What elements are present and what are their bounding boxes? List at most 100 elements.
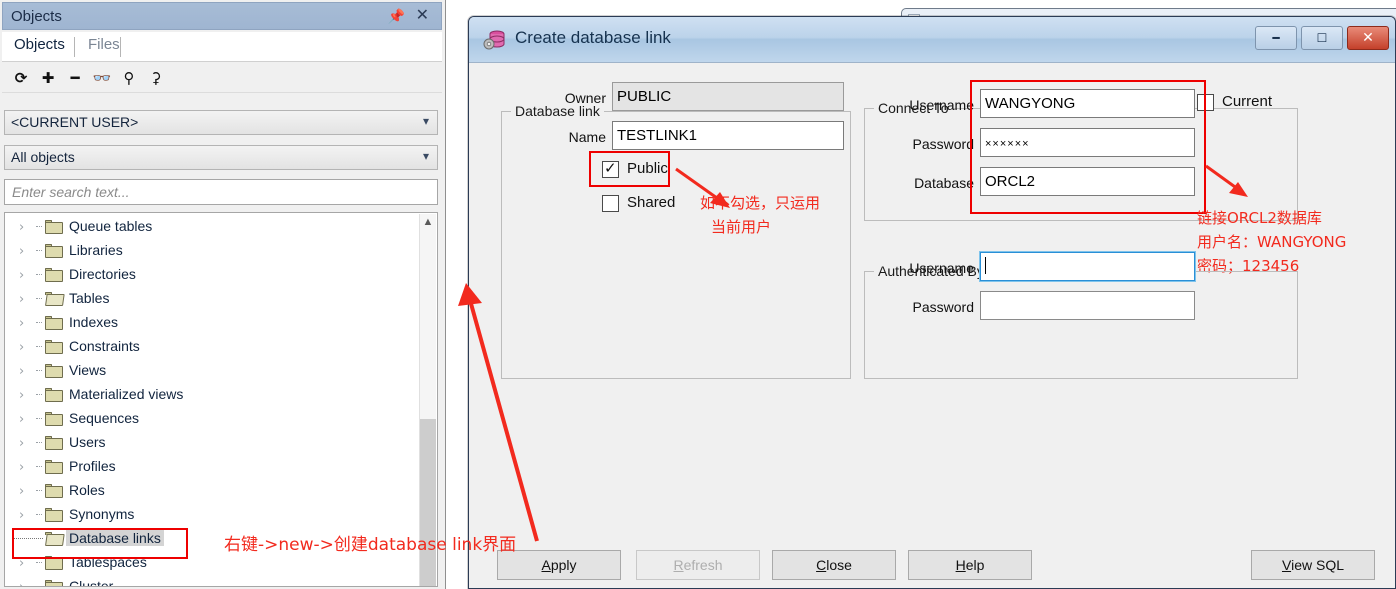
folder-icon [45, 484, 63, 498]
help-rest: elp [965, 557, 985, 573]
folder-icon [45, 220, 63, 234]
filter-off-icon[interactable]: ⚳ [145, 67, 167, 89]
tree-connector [36, 466, 42, 468]
scroll-up-icon[interactable]: ▲ [420, 214, 436, 231]
public-checkbox[interactable]: ✓ [602, 159, 619, 178]
folder-icon [45, 340, 63, 354]
filter-icon[interactable]: ⚲ [118, 67, 140, 89]
folder-icon [45, 460, 63, 474]
close-accel: C [816, 557, 827, 573]
tree-item-views[interactable]: › Views [5, 359, 419, 383]
maximize-icon: ☐ [1316, 31, 1328, 45]
remove-icon[interactable]: ━ [64, 67, 86, 89]
tree-item-label: Constraints [69, 338, 140, 354]
folder-icon [45, 556, 63, 570]
chevron-right-icon[interactable]: › [19, 340, 24, 355]
tree-item-cluster[interactable]: › Cluster [5, 575, 419, 586]
public-note-line2: 当前用户 [711, 218, 772, 236]
find-icon[interactable]: 👓 [91, 67, 113, 89]
minimize-button[interactable]: ━ [1255, 26, 1297, 50]
chevron-right-icon[interactable]: › [19, 436, 24, 451]
search-input[interactable]: Enter search text... [4, 179, 438, 205]
close-button-footer[interactable]: Close [772, 550, 896, 580]
auth-password-field[interactable] [980, 291, 1195, 320]
tree-connector [36, 562, 42, 564]
help-button[interactable]: Help [908, 550, 1032, 580]
name-field[interactable]: TESTLINK1 [612, 121, 844, 150]
tree-item-label: Roles [69, 482, 105, 498]
tree-item-profiles[interactable]: › Profiles [5, 455, 419, 479]
chevron-right-icon[interactable]: › [19, 316, 24, 331]
close-button[interactable]: ✕ [1347, 26, 1389, 50]
connect-password-field[interactable]: ×××××× [980, 128, 1195, 157]
chevron-right-icon[interactable]: › [19, 580, 24, 586]
check-icon: ✓ [604, 159, 617, 177]
tree-item-roles[interactable]: › Roles [5, 479, 419, 503]
chevron-right-icon[interactable]: › [19, 292, 24, 307]
connect-to-group: Connect To [864, 100, 1298, 221]
scrollbar-thumb[interactable] [420, 419, 436, 586]
tree-item-constraints[interactable]: › Constraints [5, 335, 419, 359]
tree-item-materialized-views[interactable]: › Materialized views [5, 383, 419, 407]
objects-panel: Objects 📌 ✕ Objects Files ⟳ ✚ ━ 👓 ⚲ ⚳ <C… [0, 0, 446, 589]
chevron-down-icon-2: ▾ [422, 149, 429, 163]
chevron-right-icon[interactable]: › [19, 556, 24, 571]
tree-connector [36, 514, 42, 516]
user-filter-value: <CURRENT USER> [11, 114, 139, 130]
connect-database-field[interactable]: ORCL2 [980, 167, 1195, 196]
view-sql-button[interactable]: View SQL [1251, 550, 1375, 580]
tree-item-indexes[interactable]: › Indexes [5, 311, 419, 335]
tree-item-directories[interactable]: › Directories [5, 263, 419, 287]
refresh-icon[interactable]: ⟳ [10, 67, 32, 89]
tab-objects[interactable]: Objects [6, 36, 73, 53]
chevron-down-icon: ▾ [422, 114, 429, 128]
tree-item-label: Users [69, 434, 106, 450]
tree-item-sequences[interactable]: › Sequences [5, 407, 419, 431]
chevron-right-icon[interactable]: › [19, 484, 24, 499]
view-sql-rest: iew SQL [1291, 557, 1344, 573]
chevron-right-icon[interactable]: › [19, 364, 24, 379]
user-filter-combo[interactable]: <CURRENT USER> ▾ [4, 110, 438, 135]
folder-icon [45, 268, 63, 282]
tree-connector [36, 346, 42, 348]
apply-rest: pply [550, 557, 577, 573]
chevron-right-icon[interactable]: › [19, 412, 24, 427]
pin-icon[interactable]: 📌 [388, 8, 405, 25]
chevron-right-icon[interactable]: › [19, 268, 24, 283]
create-database-link-dialog: Create database link ━ ☐ ✕ Database link… [468, 16, 1396, 589]
tree-item-label: Sequences [69, 410, 140, 426]
chevron-right-icon[interactable]: › [19, 220, 24, 235]
connect-username-field[interactable]: WANGYONG [980, 89, 1195, 118]
chevron-right-icon[interactable]: › [19, 388, 24, 403]
shared-checkbox[interactable] [602, 195, 619, 212]
tree-item-synonyms[interactable]: › Synonyms [5, 503, 419, 527]
connect-database-label: Database [914, 175, 974, 191]
minimize-icon: ━ [1272, 31, 1280, 45]
shared-label: Shared [627, 194, 676, 211]
database-link-icon [483, 30, 505, 50]
chevron-right-icon[interactable]: › [19, 244, 24, 259]
tree-item-libraries[interactable]: › Libraries [5, 239, 419, 263]
refresh-accel: R [673, 557, 684, 573]
close-rest: lose [826, 557, 852, 573]
tree-item-tables[interactable]: › Tables [5, 287, 419, 311]
tree-item-label: Synonyms [69, 506, 135, 522]
auth-username-field[interactable] [979, 251, 1196, 282]
tree-connector [36, 394, 42, 396]
owner-field: PUBLIC [612, 82, 844, 111]
tree-item-label: Queue tables [69, 218, 153, 234]
chevron-right-icon[interactable]: › [19, 508, 24, 523]
dialog-titlebar[interactable]: Create database link ━ ☐ ✕ [469, 17, 1395, 63]
add-icon[interactable]: ✚ [37, 67, 59, 89]
tree-connector [36, 490, 42, 492]
chevron-right-icon[interactable]: › [19, 460, 24, 475]
tree-item-label: Materialized views [69, 386, 184, 402]
tree-item-queue-tables[interactable]: › Queue tables [5, 215, 419, 239]
object-filter-combo[interactable]: All objects ▾ [4, 145, 438, 170]
tree-item-label: Directories [69, 266, 136, 282]
maximize-button[interactable]: ☐ [1301, 26, 1343, 50]
current-checkbox[interactable] [1197, 94, 1214, 111]
tree-item-users[interactable]: › Users [5, 431, 419, 455]
object-filter-value: All objects [11, 149, 75, 165]
close-icon[interactable]: ✕ [416, 6, 429, 26]
